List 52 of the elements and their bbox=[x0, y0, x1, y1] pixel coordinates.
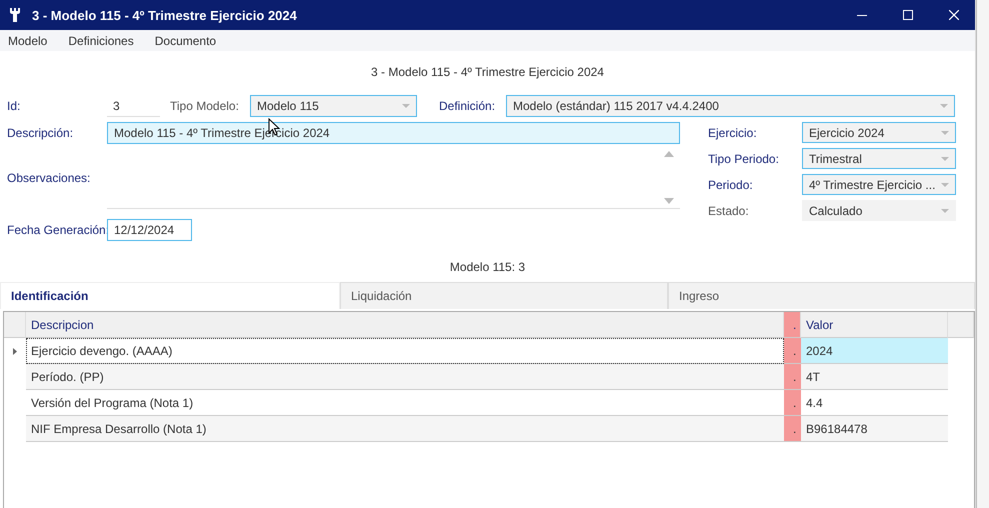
tab[interactable]: Ingreso bbox=[668, 282, 975, 309]
column-header[interactable]: Descripcion bbox=[26, 312, 784, 338]
table-cell: 2024 bbox=[801, 338, 948, 364]
field-label: Tipo Modelo: bbox=[170, 99, 240, 113]
table-cell: . bbox=[784, 416, 801, 442]
close-icon[interactable] bbox=[949, 10, 959, 20]
table-cell: B96184478 bbox=[801, 416, 948, 442]
column-header[interactable]: . bbox=[784, 312, 801, 338]
wrench-icon bbox=[8, 7, 22, 23]
table-cell: 4T bbox=[801, 364, 948, 390]
table-cell: . bbox=[784, 338, 801, 364]
scroll-up-icon[interactable] bbox=[664, 151, 674, 157]
field-label: Ejercicio: bbox=[708, 126, 758, 140]
scroll-down-icon[interactable] bbox=[664, 198, 674, 204]
field-label: Estado: bbox=[708, 204, 750, 218]
field-label: Tipo Periodo: bbox=[708, 152, 780, 166]
dropdown-caret-icon[interactable] bbox=[940, 104, 948, 108]
field-label: Descripción: bbox=[7, 126, 74, 140]
dropdown-field[interactable]: Modelo (estándar) 115 2017 v4.4.2400 bbox=[506, 95, 955, 117]
header-cell bbox=[4, 312, 26, 338]
dropdown-field[interactable]: Modelo 115 bbox=[250, 95, 417, 117]
tab[interactable]: Liquidación bbox=[340, 282, 668, 309]
window-title: 3 - Modelo 115 - 4º Trimestre Ejercicio 2024 bbox=[32, 8, 297, 22]
field-label: Id: bbox=[7, 99, 22, 113]
input-field[interactable]: 3 bbox=[107, 95, 160, 117]
dropdown-caret-icon[interactable] bbox=[402, 104, 410, 108]
dropdown-caret-icon[interactable] bbox=[941, 156, 949, 160]
dropdown-caret-icon[interactable] bbox=[941, 130, 949, 134]
tab[interactable]: Identificación bbox=[0, 282, 340, 309]
field-label: Periodo: bbox=[708, 178, 754, 192]
menu-item[interactable]: Documento bbox=[154, 34, 216, 48]
table-cell: Ejercicio devengo. (AAAA) bbox=[26, 338, 784, 364]
menu-item[interactable]: Definiciones bbox=[68, 34, 134, 48]
field-label: Fecha Generación: bbox=[7, 223, 107, 237]
form-heading: 3 - Modelo 115 - 4º Trimestre Ejercicio 2024 bbox=[370, 65, 605, 80]
maximize-icon[interactable] bbox=[903, 10, 913, 20]
table-cell: NIF Empresa Desarrollo (Nota 1) bbox=[26, 416, 784, 442]
dropdown-caret-icon[interactable] bbox=[941, 182, 949, 186]
table-cell: . bbox=[784, 364, 801, 390]
dropdown-field[interactable]: Ejercicio 2024 bbox=[802, 122, 956, 143]
input-field[interactable]: 12/12/2024 bbox=[107, 219, 192, 241]
menu-item[interactable]: Modelo bbox=[8, 34, 48, 48]
dropdown-field[interactable]: Trimestral bbox=[802, 148, 956, 169]
dropdown-caret-icon[interactable] bbox=[941, 208, 949, 212]
column-header[interactable]: Valor bbox=[801, 312, 948, 338]
dropdown-field[interactable]: Calculado bbox=[802, 200, 956, 221]
table-cell: Período. (PP) bbox=[26, 364, 784, 390]
field-label: Observaciones: bbox=[7, 171, 92, 185]
table-cell: . bbox=[784, 390, 801, 416]
record-caption: Modelo 115: 3 bbox=[448, 260, 526, 276]
dropdown-field[interactable]: 4º Trimestre Ejercicio ... bbox=[802, 174, 956, 195]
field-label: Definición: bbox=[439, 99, 496, 113]
